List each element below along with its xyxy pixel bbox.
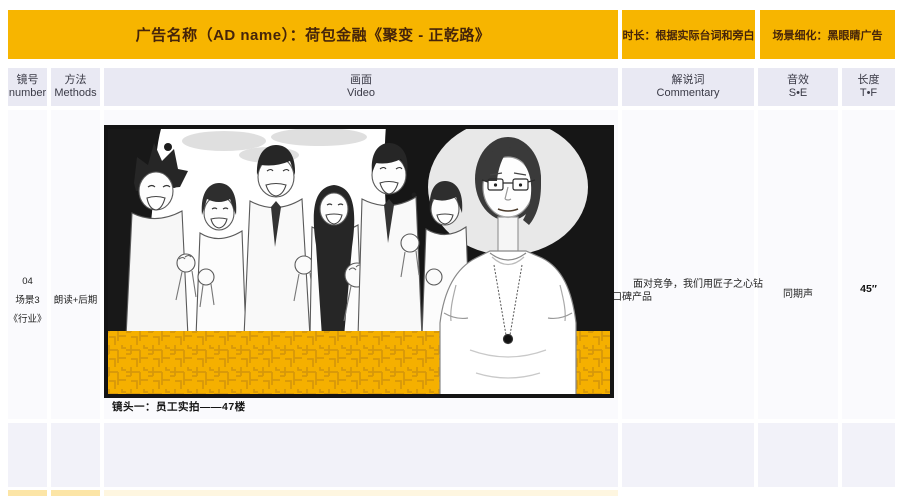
shot-scene-title: 《行业》 xyxy=(8,310,46,329)
shot-number-cell: 04 场景3 《行业》 xyxy=(8,110,47,419)
empty-cell xyxy=(51,423,100,487)
col-header-method-zh: 方法 xyxy=(65,74,87,87)
method-value: 朗读+后期 xyxy=(54,292,98,306)
method-cell: 朗读+后期 xyxy=(51,110,100,419)
length-value: 45″ xyxy=(860,283,877,295)
col-header-sound-zh: 音效 xyxy=(787,74,809,87)
shot-scene: 场景3 xyxy=(15,291,39,310)
col-header-commentary-en: Commentary xyxy=(657,87,720,100)
col-header-length-zh: 长度 xyxy=(858,74,880,87)
commentary-text: 面对竞争，我们用匠子之心钻研口碑产品 xyxy=(602,279,770,304)
empty-cell xyxy=(842,423,895,487)
length-cell: 45″ xyxy=(842,110,895,419)
col-header-commentary: 解说词 Commentary xyxy=(622,68,754,106)
col-header-sound-en: S•E xyxy=(789,87,808,100)
col-header-length: 长度 T•F xyxy=(842,68,895,106)
empty-cell xyxy=(104,423,618,487)
col-header-video-en: Video xyxy=(347,87,375,100)
shot-number: 04 xyxy=(22,272,33,291)
scene-detail-label: 场景细化：黑眼睛广告 xyxy=(760,10,895,59)
col-header-video-zh: 画面 xyxy=(350,74,372,87)
col-header-shot-zh: 镜号 xyxy=(17,74,39,87)
col-header-method-en: Methods xyxy=(54,87,96,100)
sound-cell: 同期声 xyxy=(758,110,838,419)
duration-label: 时长：根据实际台词和旁白 xyxy=(622,10,755,59)
sound-value: 同期声 xyxy=(783,285,813,300)
frame-caption: 镜头一：员工实拍——47楼 xyxy=(112,399,246,414)
commentary-cell xyxy=(622,110,754,419)
col-header-shot-en: number xyxy=(9,87,46,100)
col-header-video: 画面 Video xyxy=(104,68,618,106)
col-header-method: 方法 Methods xyxy=(51,68,100,106)
empty-cell xyxy=(622,423,754,487)
ad-title: 广告名称（AD name）：荷包金融《聚变 - 正乾路》 xyxy=(8,10,618,59)
col-header-commentary-zh: 解说词 xyxy=(672,74,705,87)
empty-cell xyxy=(758,423,838,487)
col-header-length-en: T•F xyxy=(860,87,877,100)
next-section-hint xyxy=(104,490,618,496)
storyboard-page: 广告名称（AD name）：荷包金融《聚变 - 正乾路》 时长：根据实际台词和旁… xyxy=(0,0,900,496)
storyboard-image xyxy=(104,125,614,398)
next-section-hint xyxy=(51,490,100,496)
next-section-hint xyxy=(8,490,47,496)
empty-cell xyxy=(8,423,47,487)
col-header-shot: 镜号 number xyxy=(8,68,47,106)
col-header-sound: 音效 S•E xyxy=(758,68,838,106)
